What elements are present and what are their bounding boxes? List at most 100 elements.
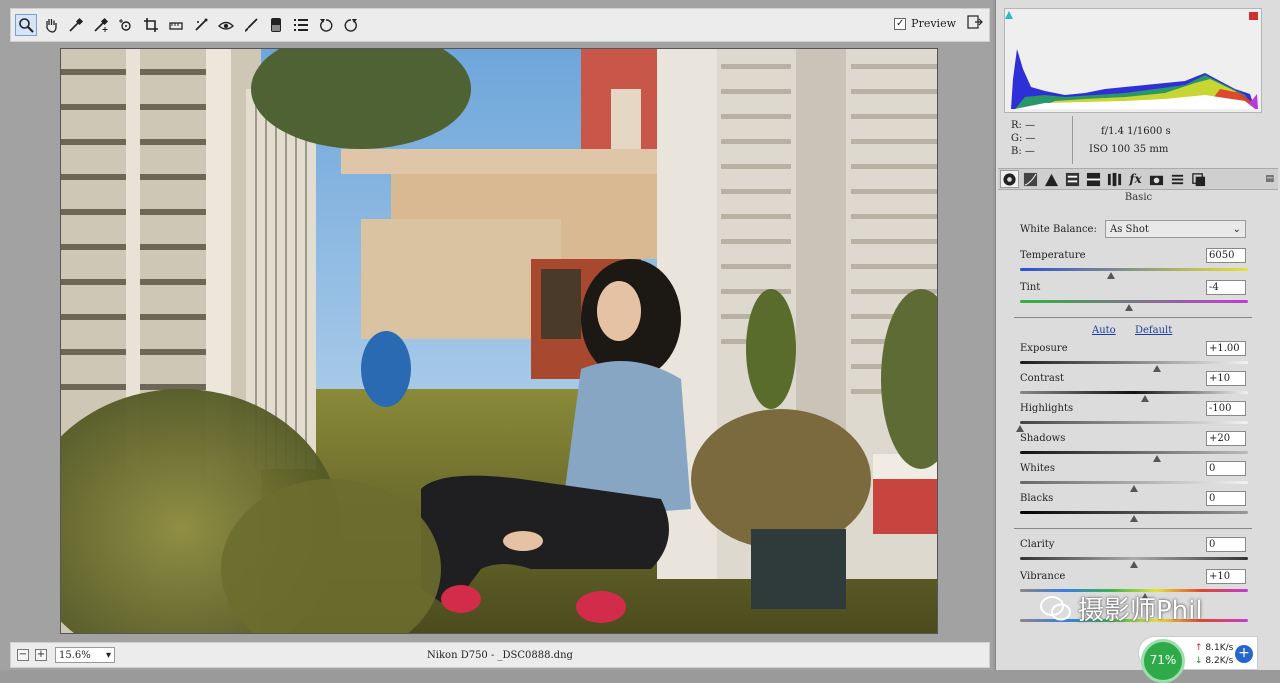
slider-value-input[interactable]: 0 xyxy=(1206,537,1246,552)
watermark: 摄影师Phil xyxy=(1040,590,1203,627)
crop-tool-icon[interactable] xyxy=(140,14,162,36)
editor-area: ✓ Preview − + 15.6% ▾ Nikon D750 - _DSC0… xyxy=(0,0,993,670)
snapshot-icon xyxy=(1192,172,1206,186)
zoom-in-button[interactable]: + xyxy=(35,649,47,661)
rotate-left-icon[interactable] xyxy=(315,14,337,36)
panel-menu-icon[interactable]: ▤ xyxy=(1265,174,1274,184)
watermark-text: 摄影师Phil xyxy=(1078,596,1203,626)
slider-thumb[interactable] xyxy=(1016,425,1024,432)
aperture-icon xyxy=(1003,172,1016,186)
slider-value-input[interactable]: +10 xyxy=(1206,569,1246,584)
r-value: — xyxy=(1025,120,1036,131)
wechat-icon xyxy=(1040,595,1071,620)
slider-thumb[interactable] xyxy=(1152,365,1161,372)
r-label: R: xyxy=(1011,120,1022,131)
slider-value-input[interactable]: 0 xyxy=(1206,461,1246,476)
straighten-tool-icon[interactable] xyxy=(165,14,187,36)
slider-value-input[interactable]: 6050 xyxy=(1206,248,1246,263)
preview-label: Preview xyxy=(911,17,956,30)
slider-value-input[interactable]: -4 xyxy=(1206,280,1246,295)
white-balance-label: White Balance: xyxy=(1020,224,1097,235)
slider-track[interactable] xyxy=(1020,300,1248,303)
slider-thumb[interactable] xyxy=(1152,455,1161,462)
lens-icon xyxy=(1107,172,1122,186)
slider-label: Temperature xyxy=(1020,250,1086,261)
hsl-icon xyxy=(1065,172,1080,186)
hand-tool-icon[interactable] xyxy=(40,14,62,36)
white-balance-tool-icon[interactable] xyxy=(65,14,87,36)
preview-toggle[interactable]: ✓ Preview xyxy=(894,15,983,32)
slider-label: Whites xyxy=(1020,463,1055,474)
split-tone-icon xyxy=(1086,172,1101,186)
download-speed: ↓ 8.2K/s xyxy=(1195,656,1234,666)
zoom-out-button[interactable]: − xyxy=(17,649,29,661)
color-sampler-icon[interactable] xyxy=(90,14,112,36)
slider-track[interactable] xyxy=(1020,511,1248,514)
adjustment-brush-icon[interactable] xyxy=(240,14,262,36)
slider-value-input[interactable]: -100 xyxy=(1206,401,1246,416)
default-link[interactable]: Default xyxy=(1135,325,1172,336)
histogram xyxy=(1004,8,1262,113)
photo-preview[interactable] xyxy=(60,48,938,634)
slider-track[interactable] xyxy=(1020,451,1248,454)
boost-button[interactable]: + xyxy=(1235,645,1253,663)
slider-value-input[interactable]: +20 xyxy=(1206,431,1246,446)
slider-label: Blacks xyxy=(1020,493,1054,504)
g-value: — xyxy=(1025,133,1036,144)
preview-checkbox[interactable]: ✓ xyxy=(894,17,907,30)
zoom-tool-icon[interactable] xyxy=(15,14,37,36)
slider-track[interactable] xyxy=(1020,361,1248,364)
slider-thumb[interactable] xyxy=(1130,485,1138,492)
tab-effects[interactable]: fx xyxy=(1126,170,1145,188)
white-balance-select[interactable]: As Shot ⌄ xyxy=(1105,220,1246,238)
targeted-adjustment-icon[interactable] xyxy=(115,14,137,36)
camera-icon xyxy=(1149,175,1164,185)
white-balance-value: As Shot xyxy=(1110,223,1149,235)
slider-track[interactable] xyxy=(1020,421,1248,424)
g-label: G: xyxy=(1011,133,1023,144)
slider-thumb[interactable] xyxy=(1141,395,1150,402)
slider-thumb[interactable] xyxy=(1125,304,1134,311)
graduated-filter-icon[interactable] xyxy=(265,14,287,36)
divider xyxy=(1014,528,1252,529)
slider-value-input[interactable]: +1.00 xyxy=(1206,341,1246,356)
rotate-right-icon[interactable] xyxy=(340,14,362,36)
slider-track[interactable] xyxy=(1020,481,1248,484)
red-eye-icon[interactable] xyxy=(215,14,237,36)
tab-detail[interactable] xyxy=(1042,170,1061,188)
divider xyxy=(1014,317,1252,318)
auto-link[interactable]: Auto xyxy=(1092,325,1116,336)
tab-basic[interactable] xyxy=(1000,170,1019,188)
network-widget[interactable]: 71% ↑ 8.1K/s ↓ 8.2K/s + xyxy=(1138,636,1258,683)
memory-usage-badge: 71% xyxy=(1141,639,1185,683)
panel-tabs: fx ▤ xyxy=(998,168,1278,190)
preferences-icon[interactable] xyxy=(290,14,312,36)
tab-camera-calibration[interactable] xyxy=(1147,170,1166,188)
tab-snapshots[interactable] xyxy=(1189,170,1208,188)
highlight-clip-icon xyxy=(1249,12,1258,20)
slider-label: Exposure xyxy=(1020,343,1068,354)
tab-presets[interactable] xyxy=(1168,170,1187,188)
panel-title: Basic xyxy=(1124,192,1153,203)
slider-value-input[interactable]: 0 xyxy=(1206,491,1246,506)
slider-value-input[interactable]: +10 xyxy=(1206,371,1246,386)
slider-track[interactable] xyxy=(1020,391,1248,394)
sliders-icon xyxy=(1171,174,1184,184)
fullscreen-icon[interactable] xyxy=(967,15,983,32)
zoom-select[interactable]: 15.6% ▾ xyxy=(55,647,115,663)
slider-track[interactable] xyxy=(1020,268,1248,271)
slider-thumb[interactable] xyxy=(1130,561,1138,568)
tab-hsl[interactable] xyxy=(1063,170,1082,188)
tab-lens[interactable] xyxy=(1105,170,1124,188)
slider-thumb[interactable] xyxy=(1130,515,1138,522)
slider-thumb[interactable] xyxy=(1107,272,1116,279)
b-label: B: xyxy=(1011,146,1022,157)
slider-track[interactable] xyxy=(1020,557,1248,560)
slider-label: Clarity xyxy=(1020,539,1055,550)
tab-split-toning[interactable] xyxy=(1084,170,1103,188)
photo-canvas xyxy=(61,49,937,633)
tab-tone-curve[interactable] xyxy=(1021,170,1040,188)
adjustment-panel: R: — G: — B: — f/1.4 1/1600 s ISO 100 35… xyxy=(995,0,1280,670)
slider-label: Contrast xyxy=(1020,373,1065,384)
spot-removal-icon[interactable] xyxy=(190,14,212,36)
